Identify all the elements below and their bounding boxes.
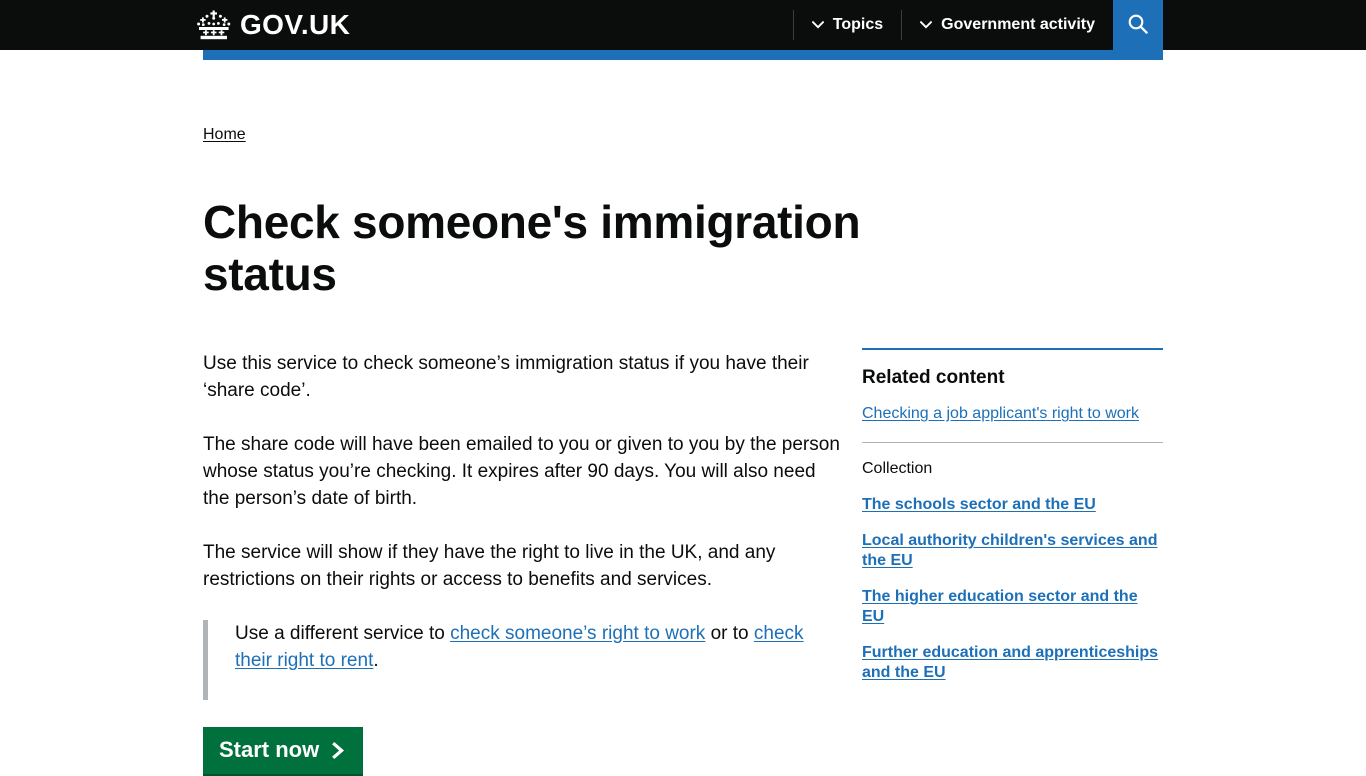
- start-now-button[interactable]: Start now: [203, 727, 364, 776]
- header-blue-strip: [203, 50, 1163, 60]
- collection-link-list: The schools sector and the EU Local auth…: [862, 495, 1163, 683]
- search-button[interactable]: [1113, 0, 1163, 50]
- link-check-right-to-work[interactable]: check someone’s right to work: [450, 623, 705, 644]
- collection-link-schools-sector[interactable]: The schools sector and the EU: [862, 496, 1096, 513]
- list-item: Further education and apprenticeships an…: [862, 643, 1163, 683]
- collection-label: Collection: [862, 460, 933, 477]
- related-content-heading: Related content: [862, 367, 1005, 388]
- inset-middle: or to: [705, 623, 754, 644]
- govuk-logo-text: GOV.UK: [240, 9, 351, 40]
- collection-link-further-education-apprenticeships[interactable]: Further education and apprenticeships an…: [862, 644, 1158, 681]
- arrow-right-icon: [331, 741, 347, 760]
- nav-item-topics[interactable]: Topics: [794, 0, 901, 50]
- list-item: The schools sector and the EU: [862, 495, 1163, 515]
- nav-item-government-activity[interactable]: Government activity: [902, 0, 1113, 50]
- govuk-logo-link[interactable]: GOV.UK: [196, 7, 350, 43]
- chevron-down-icon: [811, 21, 824, 29]
- chevron-down-icon: [920, 21, 933, 29]
- list-item: The higher education sector and the EU: [862, 587, 1163, 627]
- intro-paragraph-2: The share code will have been emailed to…: [203, 434, 840, 509]
- sidebar-divider: [862, 442, 1163, 443]
- nav-item-topics-label: Topics: [832, 16, 884, 33]
- breadcrumb-item-home[interactable]: Home: [203, 126, 246, 143]
- search-icon: [1127, 13, 1149, 38]
- start-now-label: Start now: [219, 737, 320, 762]
- intro-paragraph-3: The service will show if they have the r…: [203, 542, 776, 590]
- intro-paragraph-1: Use this service to check someone’s immi…: [203, 353, 809, 401]
- site-header: GOV.UK Topics Government activity: [0, 0, 1366, 50]
- collection-link-higher-education-sector[interactable]: The higher education sector and the EU: [862, 588, 1138, 625]
- header-navigation: Topics Government activity: [792, 0, 1163, 50]
- related-link-job-applicant-right-to-work[interactable]: Checking a job applicant's right to work: [862, 404, 1163, 424]
- collection-link-local-authority-childrens-services[interactable]: Local authority children's services and …: [862, 532, 1157, 569]
- related-content-sidebar: Related content Checking a job applicant…: [862, 348, 1163, 699]
- header-inner: GOV.UK Topics Government activity: [0, 0, 1366, 50]
- list-item: Local authority children's services and …: [862, 531, 1163, 571]
- nav-item-government-activity-label: Government activity: [941, 16, 1095, 33]
- breadcrumb: Home: [203, 125, 246, 145]
- crown-icon: [196, 10, 232, 40]
- main-content: Use this service to check someone’s immi…: [203, 350, 843, 776]
- inset-text-block: Use a different service to check someone…: [203, 620, 843, 700]
- inset-suffix: .: [373, 650, 379, 671]
- inset-text-paragraph: Use a different service to check someone…: [235, 620, 843, 674]
- inset-prefix: Use a different service to: [235, 623, 451, 644]
- page-title: Check someone's immigration status: [203, 196, 861, 300]
